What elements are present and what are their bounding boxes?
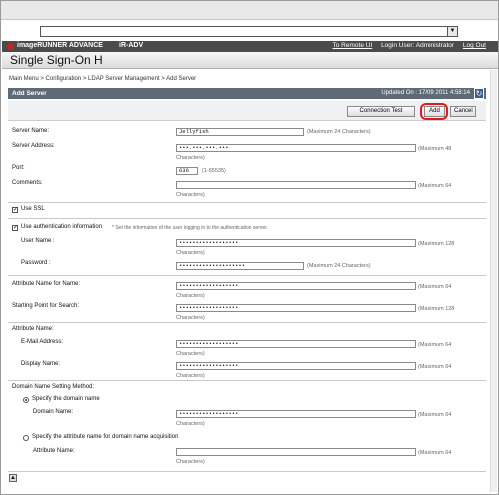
specify-attr-label: Specify the attribute name for domain na…	[32, 434, 179, 440]
panel-header: Add Server Updated On : 17/09 2011 4:58:…	[8, 88, 486, 99]
email-address-label: E-Mail Address:	[21, 339, 64, 345]
logout-link[interactable]: Log Out	[463, 42, 486, 49]
divider	[8, 202, 486, 203]
attribute-name-label: Attribute Name:	[12, 326, 54, 332]
use-ssl-label: Use SSL	[21, 206, 45, 212]
divider	[8, 275, 486, 276]
specify-domain-radio[interactable]	[23, 397, 29, 403]
email-address-hint: (Maximum 64 Characters)	[176, 342, 452, 357]
domain-name-label: Domain Name:	[33, 409, 74, 415]
attr-name-label: Attribute Name:	[33, 448, 75, 454]
radio-selected-dot	[25, 399, 27, 401]
connection-test-button[interactable]: Connection Test	[347, 106, 415, 117]
starting-point-label: Starting Point for Search:	[12, 303, 80, 309]
server-name-input[interactable]: Jellyfish	[176, 128, 304, 136]
use-auth-note: * Set the information of the user loggin…	[112, 225, 268, 231]
divider	[8, 218, 486, 219]
port-input[interactable]: 636	[176, 167, 198, 175]
attr-name-hint: (Maximum 64 Characters)	[176, 450, 452, 465]
breadcrumb: Main Menu > Configuration > LDAP Server …	[9, 76, 197, 82]
display-name-label: Display Name:	[21, 361, 61, 367]
password-input[interactable]: ••••••••••••••••••••	[176, 262, 304, 270]
divider	[8, 380, 486, 381]
brand-bar: imageRUNNER ADVANCE iR-ADV To Remote UI …	[2, 41, 498, 52]
display-name-hint: (Maximum 64 Characters)	[176, 364, 452, 379]
add-button[interactable]: Add	[424, 106, 445, 117]
server-name-label: Server Name:	[12, 128, 50, 134]
use-auth-checkbox[interactable]: ✓	[12, 225, 18, 231]
server-address-label: Server Address:	[12, 143, 55, 149]
browser-window: ▼ imageRUNNER ADVANCE iR-ADV To Remote U…	[0, 0, 499, 495]
comments-label: Comments:	[12, 180, 43, 186]
port-hint: (1-65535)	[202, 168, 226, 174]
footer-bar	[8, 471, 486, 484]
comments-hint: (Maximum 64 Characters)	[176, 183, 452, 198]
browser-toolbar	[1, 1, 498, 20]
brand-name: imageRUNNER ADVANCE	[17, 42, 103, 49]
specify-domain-label: Specify the domain name	[32, 396, 100, 402]
address-dropdown[interactable]: ▼	[40, 26, 458, 37]
domain-method-label: Domain Name Setting Method:	[12, 384, 95, 390]
updated-timestamp: Updated On : 17/09 2011 4:58:14	[381, 90, 470, 96]
app-title: Single Sign-On H	[2, 52, 498, 69]
refresh-icon[interactable]: ↻	[474, 88, 484, 99]
canon-logo-icon	[7, 43, 14, 50]
use-ssl-checkbox[interactable]: ✓	[12, 207, 18, 213]
use-auth-label: Use authentication information	[21, 224, 103, 230]
attr-name-for-name-hint: (Maximum 64 Characters)	[176, 284, 452, 299]
user-name-hint: (Maximum 128 Characters)	[176, 241, 455, 256]
user-name-label: User Name :	[21, 238, 55, 244]
model-name: iR-ADV	[119, 42, 144, 49]
cancel-button[interactable]: Cancel	[450, 106, 476, 117]
attr-name-for-name-label: Attribute Name for Name:	[12, 281, 81, 287]
specify-attr-radio[interactable]	[23, 435, 29, 441]
server-name-hint: (Maximum 24 Characters)	[307, 129, 371, 135]
to-remote-ui-link[interactable]: To Remote UI	[333, 42, 373, 49]
password-hint: (Maximum 24 Characters)	[307, 263, 371, 269]
divider	[8, 322, 486, 323]
panel-title: Add Server	[12, 90, 47, 97]
password-label: Password :	[21, 260, 51, 266]
login-user-label: Login User: Administrator	[381, 42, 455, 49]
vertical-scrollbar[interactable]	[490, 70, 497, 492]
domain-name-hint: (Maximum 64 Characters)	[176, 412, 452, 427]
port-label: Port:	[12, 165, 25, 171]
starting-point-hint: (Maximum 128 Characters)	[176, 306, 455, 321]
chevron-down-icon[interactable]: ▼	[447, 27, 457, 36]
scroll-to-top-icon[interactable]: ▲	[9, 474, 17, 482]
server-address-hint: (Maximum 48 Characters)	[176, 146, 452, 161]
